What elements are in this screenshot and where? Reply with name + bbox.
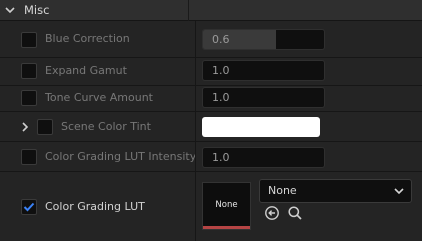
column-divider xyxy=(195,112,196,141)
lut-intensity-field[interactable]: 1.0 xyxy=(202,147,325,168)
property-row-scene-color-tint: Scene Color Tint xyxy=(0,112,422,142)
column-divider xyxy=(195,58,196,85)
override-checkbox[interactable] xyxy=(37,119,53,135)
override-checkbox[interactable] xyxy=(21,90,37,106)
property-row-lut-intensity: Color Grading LUT Intensity 1.0 xyxy=(0,142,422,172)
thumbnail-type-bar xyxy=(203,226,250,229)
chevron-down-icon xyxy=(5,7,15,14)
thumbnail-label: None xyxy=(215,200,238,210)
value-text: 1.0 xyxy=(212,64,230,77)
expand-gamut-field[interactable]: 1.0 xyxy=(202,60,325,81)
header-divider xyxy=(188,0,189,21)
checkmark-icon xyxy=(23,202,35,212)
asset-thumbnail[interactable]: None xyxy=(202,182,251,230)
property-row-expand-gamut: Expand Gamut 1.0 xyxy=(0,58,422,86)
column-divider xyxy=(195,142,196,171)
property-label: Color Grading LUT xyxy=(45,200,145,213)
value-text: 1.0 xyxy=(212,91,230,104)
chevron-down-icon xyxy=(394,188,404,195)
override-checkbox[interactable] xyxy=(21,32,37,48)
column-divider xyxy=(195,21,196,57)
tone-curve-amount-field[interactable]: 1.0 xyxy=(202,87,325,108)
search-icon[interactable] xyxy=(287,205,303,221)
property-label: Color Grading LUT Intensity xyxy=(45,150,197,163)
property-row-tone-curve-amount: Tone Curve Amount 1.0 xyxy=(0,86,422,112)
property-label: Tone Curve Amount xyxy=(45,91,153,104)
property-label: Expand Gamut xyxy=(45,64,127,77)
chevron-right-icon[interactable] xyxy=(20,121,30,133)
column-divider xyxy=(195,86,196,111)
section-title: Misc xyxy=(24,3,50,17)
property-row-blue-correction: Blue Correction 0.6 xyxy=(0,21,422,58)
override-checkbox-checked[interactable] xyxy=(21,199,37,215)
property-row-color-grading-lut: Color Grading LUT None None xyxy=(0,172,422,241)
asset-picker-value: None xyxy=(268,184,297,197)
section-header-misc[interactable]: Misc xyxy=(0,0,422,21)
property-label: Blue Correction xyxy=(45,32,130,45)
override-checkbox[interactable] xyxy=(21,149,37,165)
value-text: 0.6 xyxy=(212,33,230,46)
value-text: 1.0 xyxy=(212,151,230,164)
asset-picker-combo[interactable]: None xyxy=(259,179,412,203)
column-divider xyxy=(195,172,196,241)
override-checkbox[interactable] xyxy=(21,63,37,79)
blue-correction-slider[interactable]: 0.6 xyxy=(202,29,325,50)
color-swatch[interactable] xyxy=(202,117,320,137)
property-label: Scene Color Tint xyxy=(61,120,151,133)
arrow-left-circle-icon[interactable] xyxy=(264,205,280,221)
